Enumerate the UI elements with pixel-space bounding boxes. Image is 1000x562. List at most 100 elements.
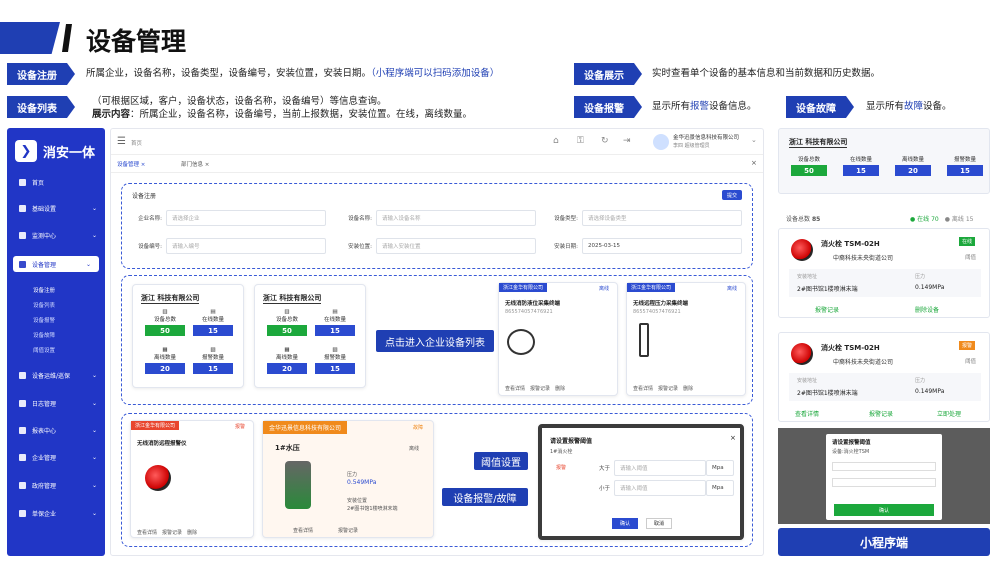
mini-device-company: 中裔科技未央街道公司 <box>833 359 894 366</box>
mini-handle-button[interactable]: 立即处理 <box>937 409 961 418</box>
menu-monitor[interactable]: 监测中心 ⌄ <box>7 228 105 242</box>
menu-log[interactable]: 日志管理 ⌄ <box>7 396 105 410</box>
mini-threshold-lt[interactable] <box>832 478 936 487</box>
stat-offline: ▦ 离线数量 20 <box>145 347 185 374</box>
close-icon[interactable]: × <box>730 434 736 442</box>
pressure-value: 0.549MPa <box>347 479 377 486</box>
fault-desc: 显示所有故障设备。 <box>866 101 952 112</box>
menu-report[interactable]: 报表中心 ⌄ <box>7 423 105 437</box>
sidebar: ❯ 消安一体 首页 基础设置 ⌄ 监测中心 ⌄ 设备管理 ⌄ 设备注册 设备列表 设备报… <box>7 128 105 556</box>
menu-device[interactable]: 设备管理 ⌄ <box>13 256 99 272</box>
threshold-lt[interactable]: 小于 请输入阈值 Mpa <box>594 478 734 498</box>
mini-loc-label: 安装地址 <box>797 274 818 280</box>
mini-dialog-device: 设备:消火栓TSM <box>832 449 870 455</box>
avatar[interactable] <box>653 134 669 150</box>
submenu-register[interactable]: 设备注册 <box>33 286 55 294</box>
card-actions[interactable]: 查看详情 报警记录 删除 <box>633 385 693 392</box>
refresh-icon[interactable]: ↻ <box>601 136 609 146</box>
submenu-fault[interactable]: 设备故障 <box>33 331 55 339</box>
page-title: 设备管理 <box>86 27 187 56</box>
device-list-card[interactable]: 浙江金华有限公司 离线 无线远程压力采集终端 865574057476921 查… <box>626 282 746 396</box>
field-location[interactable]: 安装位置: 请输入安装位置 <box>336 236 536 256</box>
user-name: 李四 超级管理员 <box>673 143 710 149</box>
menu-gov[interactable]: 政府管理 ⌄ <box>7 478 105 492</box>
field-date[interactable]: 安装日期: 2025-03-15 <box>542 236 742 256</box>
device-id: 865574057476921 <box>505 309 553 315</box>
alarm-card[interactable]: 浙江金华有限公司 报警 无线消防远程报警仪 查看详情 报警记录 删除 <box>130 420 254 538</box>
mini-stat-offline: 离线数量 20 <box>895 155 931 176</box>
pressure-label: 压力 <box>347 472 358 478</box>
field-type[interactable]: 设备类型: 请选择设备类型 <box>542 208 742 228</box>
mini-confirm-button[interactable]: 确认 <box>834 504 934 516</box>
threshold-gt[interactable]: 大于 请输入阈值 Mpa <box>594 458 734 478</box>
mini-device-card[interactable]: 消火栓 TSM-02H 报警 中裔科技未央街道公司 阈值 安装地址 2#图书馆1… <box>778 332 990 422</box>
mini-p: 0.149MPa <box>915 284 945 291</box>
mini-threshold-link[interactable]: 阈值 <box>965 357 976 365</box>
mini-device-image <box>791 343 813 365</box>
submenu-list[interactable]: 设备列表 <box>33 301 55 309</box>
card-actions[interactable]: 查看详情 报警记录 删除 <box>505 385 565 392</box>
mini-device-card[interactable]: 消火栓 TSM-02H 在线 中裔科技未央街道公司 阈值 安装地址 2#图书馆1… <box>778 228 990 318</box>
mini-status-badge: 报警 <box>959 341 976 350</box>
mini-threshold-gt[interactable] <box>832 462 936 471</box>
tag-fault: 设备故障 <box>786 96 854 118</box>
company-card[interactable]: 浙江 科技有限公司 ▥ 设备总数 50 ▤ 在线数量 15 ▦ 离线数量 20 ▧ 报警数量 1… <box>254 284 366 388</box>
submenu-threshold[interactable]: 阈值设置 <box>33 346 55 354</box>
mini-delete-button[interactable]: 删除设备 <box>915 305 939 314</box>
online-status: 离线 <box>409 446 420 452</box>
device-id: 865574057476921 <box>633 309 681 315</box>
menu-home[interactable]: 首页 <box>7 175 105 189</box>
mini-stat-alarm: 报警数量 15 <box>947 155 983 176</box>
sensor-image <box>507 329 535 355</box>
card-status: 报警 <box>235 424 246 430</box>
tab-device[interactable]: 设备管理 × <box>117 160 145 168</box>
mini-company-name: 浙江 科技有限公司 <box>789 138 848 148</box>
alarm-type: 报警 <box>556 465 567 471</box>
stat-offline: ▦ 离线数量 20 <box>267 347 307 374</box>
confirm-button[interactable]: 确认 <box>612 518 638 529</box>
mini-alarm-record-button[interactable]: 报警记录 <box>815 305 839 314</box>
app-logo: ❯ 消安一体 <box>15 140 95 162</box>
mini-detail-button[interactable]: 查看详情 <box>795 409 819 418</box>
submenu-alarm[interactable]: 设备报警 <box>33 316 55 324</box>
cancel-button[interactable]: 取消 <box>646 518 672 529</box>
menu-maintain[interactable]: 设备运维/巡保 ⌄ <box>7 368 105 382</box>
threshold-dialog: 请设置报警阈值 × 1#消火栓 报警 大于 请输入阈值 Mpa 小于 请输入阈值 Mpa… <box>538 424 744 540</box>
stat-alarm: ▧ 报警数量 15 <box>315 347 355 374</box>
menu-single[interactable]: 单保企业 ⌄ <box>7 506 105 520</box>
field-company[interactable]: 企业名称: 请选择企业 <box>126 208 326 228</box>
card-actions[interactable]: 查看详情 报警记录 <box>293 527 358 534</box>
mini-online-offline: ● 在线 70 ● 离线 15 <box>910 216 974 223</box>
mini-dialog-title: 请设置报警阈值 <box>832 440 871 446</box>
submit-button[interactable]: 提交 <box>722 190 742 200</box>
card-status: 离线 <box>727 286 738 292</box>
callout-enter-list: 点击进入企业设备列表 <box>376 330 494 352</box>
device-name: 无线远程压力采集终端 <box>633 301 689 307</box>
register-title: 设备注册 <box>132 193 157 200</box>
field-name[interactable]: 设备名称: 请输入设备名称 <box>336 208 536 228</box>
mini-company-card[interactable]: 浙江 科技有限公司 设备总数 50 在线数量 15 离线数量 20 报警数量 15 <box>778 128 990 194</box>
tab-dept[interactable]: 部门信息 × <box>181 160 209 168</box>
device-list-card[interactable]: 浙江金华有限公司 离线 无线消防液位采集终端 865574057476921 查… <box>498 282 618 396</box>
home-icon[interactable]: ⌂ <box>553 136 559 146</box>
menu-enterprise[interactable]: 企业管理 ⌄ <box>7 450 105 464</box>
stat-online: ▤ 在线数量 15 <box>193 309 233 336</box>
logout-icon[interactable]: ⇥ <box>623 136 631 146</box>
shield-icon <box>19 509 26 517</box>
menu-basic[interactable]: 基础设置 ⌄ <box>7 201 105 215</box>
company-card[interactable]: 浙江 科技有限公司 ▥ 设备总数 50 ▤ 在线数量 15 ▦ 离线数量 20 ▧ 报警数量 1… <box>132 284 244 388</box>
menu-toggle-icon[interactable]: ☰ <box>117 136 126 147</box>
lock-icon[interactable]: ⚿ <box>577 136 584 146</box>
card-actions[interactable]: 查看详情 报警记录 删除 <box>137 529 197 536</box>
tag-list: 设备列表 <box>7 96 75 118</box>
pressure-card[interactable]: 金华迅景信息科技有限公司 故障 1#水压 离线 压力 0.549MPa 安装位置… <box>262 420 434 538</box>
card-company: 浙江金华有限公司 <box>499 283 548 292</box>
chevron-down-icon[interactable]: ⌄ <box>751 136 757 144</box>
home-icon <box>19 178 26 186</box>
mini-loc: 2#图书馆1楼喷淋末端 <box>797 286 858 293</box>
alarm-section: 浙江金华有限公司 报警 无线消防远程报警仪 查看详情 报警记录 删除 金华迅景信… <box>121 413 753 547</box>
field-code[interactable]: 设备编号: 请输入编号 <box>126 236 326 256</box>
close-icon[interactable]: × <box>751 159 757 167</box>
mini-alarm-record-button[interactable]: 报警记录 <box>869 409 893 418</box>
mini-threshold-link[interactable]: 阈值 <box>965 253 976 261</box>
